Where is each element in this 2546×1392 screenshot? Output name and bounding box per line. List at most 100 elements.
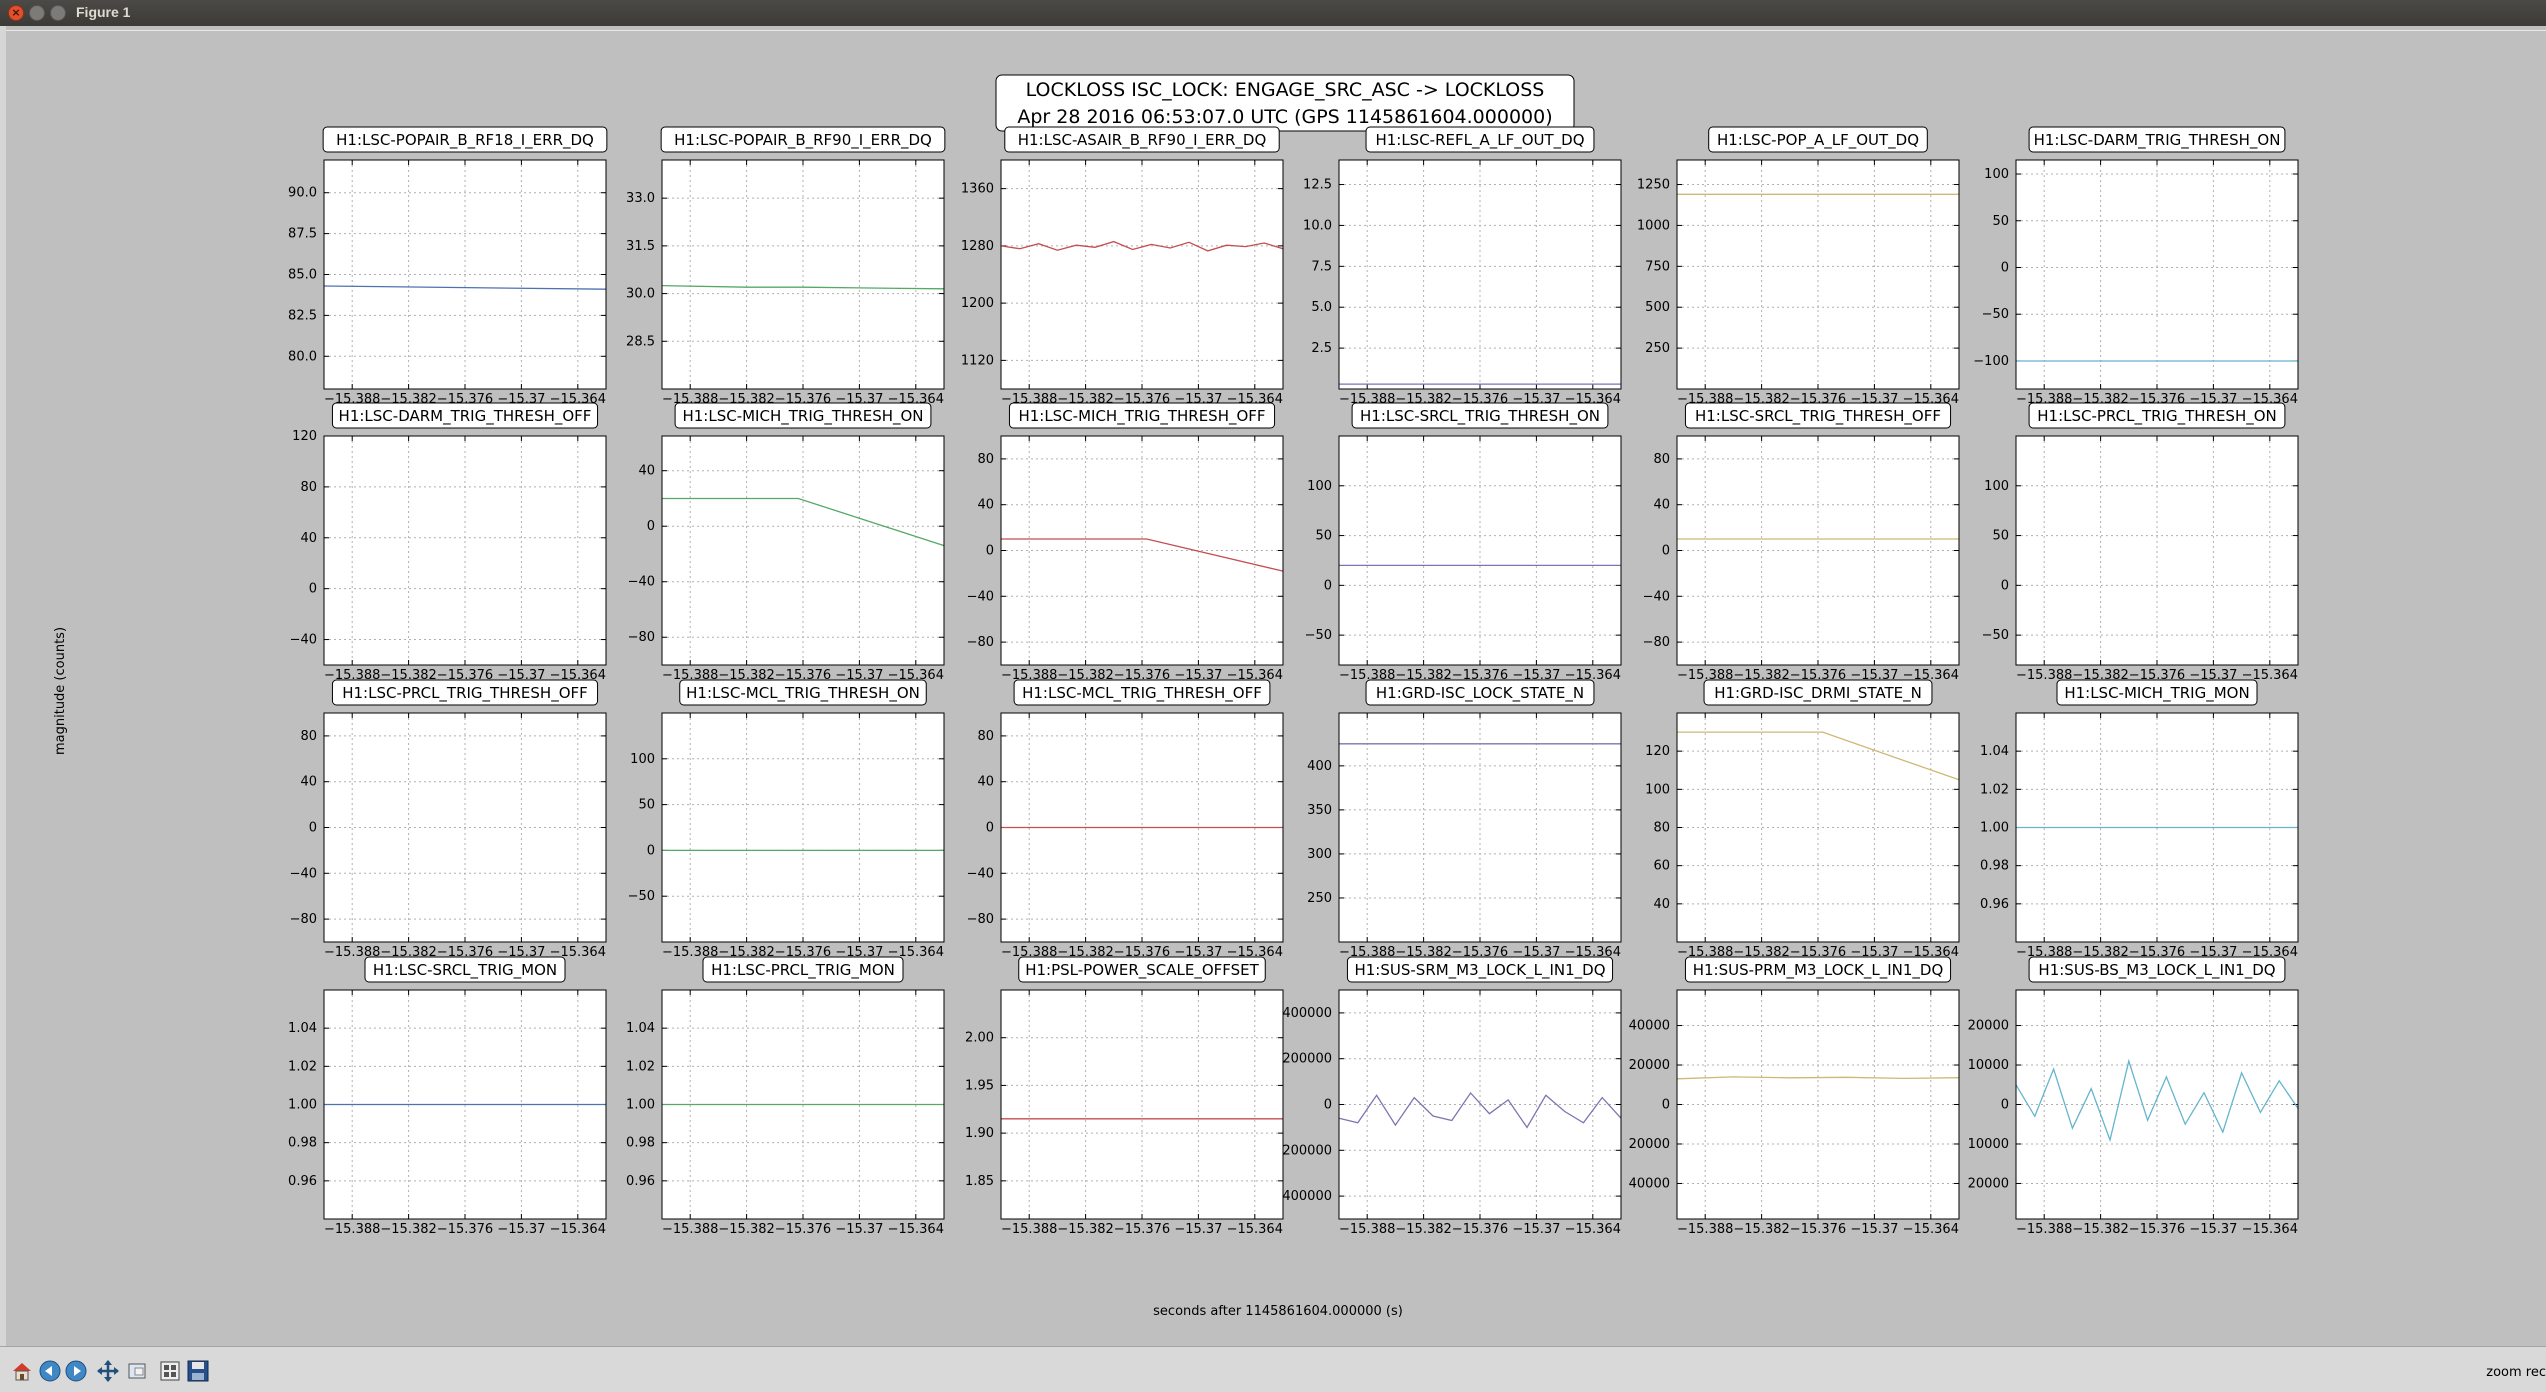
y-tick-label: 1000 <box>1637 218 1670 233</box>
y-tick-label: 1.00 <box>1980 821 2009 836</box>
plot-area <box>1339 713 1621 942</box>
subplot: −15.388 −15.382 −15.376 −15.37 −15.364−80−40… <box>967 402 1284 683</box>
x-tick-label: −15.37 <box>497 1222 545 1237</box>
y-tick-label: 1360 <box>961 182 994 197</box>
x-tick-label: −15.37 <box>1512 1222 1560 1237</box>
y-tick-label: 33.0 <box>626 191 655 206</box>
y-tick-label: 80 <box>300 729 317 744</box>
x-tick-label: −15.376 <box>437 1222 493 1237</box>
y-tick-label: −80 <box>628 630 655 645</box>
y-tick-label: 80 <box>1653 821 1670 836</box>
y-axis-label: magnitude (counts) <box>53 627 68 755</box>
y-tick-label: 1.00 <box>626 1098 655 1113</box>
y-tick-label: 20000 <box>1968 1019 2009 1034</box>
save-icon <box>187 1360 209 1382</box>
y-tick-label: 90.0 <box>288 186 317 201</box>
y-tick-label: 100 <box>1645 782 1670 797</box>
y-tick-label: 87.5 <box>288 227 317 242</box>
y-tick-label: 400 <box>1307 759 1332 774</box>
y-tick-label: 500 <box>1645 300 1670 315</box>
subplot-title: H1:LSC-SRCL_TRIG_THRESH_OFF <box>1695 407 1941 426</box>
x-tick-label: −15.382 <box>2072 1222 2128 1237</box>
save-button[interactable] <box>186 1359 210 1383</box>
forward-button[interactable] <box>64 1359 88 1383</box>
subplot-title: H1:LSC-PRCL_TRIG_THRESH_ON <box>2037 407 2277 426</box>
y-tick-label: 250 <box>1645 341 1670 356</box>
subplot-title: H1:LSC-SRCL_TRIG_THRESH_ON <box>1360 407 1600 426</box>
y-tick-label: 100 <box>1307 479 1332 494</box>
minimize-window-button[interactable] <box>29 5 45 21</box>
y-tick-label: 7.5 <box>1311 259 1332 274</box>
y-tick-label: 2.5 <box>1311 341 1332 356</box>
zoom-button[interactable] <box>126 1359 150 1383</box>
y-tick-label: 1250 <box>1637 178 1670 193</box>
plot-area <box>1001 990 1283 1219</box>
y-tick-label: 1200 <box>961 296 994 311</box>
y-tick-label: 1.04 <box>1980 744 2009 759</box>
y-tick-label: 0 <box>2001 1098 2009 1113</box>
subplot-title: H1:LSC-POP_A_LF_OUT_DQ <box>1717 131 1919 150</box>
y-tick-label: 1.02 <box>1980 782 2009 797</box>
subplot: −15.388 −15.382 −15.376 −15.37 −15.364−80−40… <box>967 679 1284 960</box>
subplot: −15.388 −15.382 −15.376 −15.37 −15.364−40040… <box>290 402 607 683</box>
subplot-title: H1:LSC-POPAIR_B_RF18_I_ERR_DQ <box>336 131 594 150</box>
subplot: −15.388 −15.382 −15.376 −15.37 −15.364112012… <box>961 126 1284 407</box>
maximize-window-button[interactable] <box>50 5 66 21</box>
y-tick-label: 200000 <box>1282 1143 1332 1158</box>
home-button[interactable] <box>10 1359 34 1383</box>
y-tick-label: 20000 <box>1629 1058 1670 1073</box>
x-tick-label: −15.364 <box>2242 1222 2298 1237</box>
y-tick-label: −80 <box>1643 635 1670 650</box>
x-tick-label: −15.364 <box>1903 1222 1959 1237</box>
subplot-title: H1:SUS-BS_M3_LOCK_L_IN1_DQ <box>2038 961 2275 980</box>
back-button[interactable] <box>38 1359 62 1383</box>
y-tick-label: 50 <box>1315 529 1332 544</box>
y-tick-label: 40 <box>1653 498 1670 513</box>
suptitle-line1: LOCKLOSS ISC_LOCK: ENGAGE_SRC_ASC -> LOC… <box>1026 79 1545 101</box>
configure-subplots-button[interactable] <box>158 1359 182 1383</box>
y-tick-label: 0.96 <box>1980 897 2009 912</box>
y-tick-label: 0 <box>1662 1098 1670 1113</box>
plot-area <box>2016 160 2298 389</box>
subplot-title: H1:LSC-PRCL_TRIG_MON <box>711 961 895 980</box>
y-tick-label: 250 <box>1307 891 1332 906</box>
x-tick-label: −15.388 <box>1677 1222 1733 1237</box>
y-tick-label: 40 <box>977 498 994 513</box>
subplot: −15.388 −15.382 −15.376 −15.37 −15.364 400000… <box>1282 956 1622 1237</box>
subplot-title: H1:LSC-ASAIR_B_RF90_I_ERR_DQ <box>1018 131 1267 150</box>
back-icon <box>39 1360 61 1382</box>
y-tick-label: 100 <box>630 752 655 767</box>
pan-button[interactable] <box>96 1359 120 1383</box>
y-tick-label: 200000 <box>1282 1052 1332 1067</box>
subplot-title: H1:LSC-POPAIR_B_RF90_I_ERR_DQ <box>674 131 932 150</box>
subplot: −15.388 −15.382 −15.376 −15.37 −15.364−100−5… <box>1973 126 2299 407</box>
subplot-title: H1:GRD-ISC_DRMI_STATE_N <box>1714 684 1922 703</box>
y-tick-label: 0 <box>2001 260 2009 275</box>
subplot: −15.388 −15.382 −15.376 −15.37 −15.36480.082… <box>288 126 608 407</box>
y-tick-label: 0.98 <box>1980 859 2009 874</box>
y-tick-label: 28.5 <box>626 334 655 349</box>
y-tick-label: 1.95 <box>965 1078 994 1093</box>
y-tick-label: 80 <box>977 452 994 467</box>
y-tick-label: 30.0 <box>626 287 655 302</box>
x-tick-label: −15.388 <box>1339 1222 1395 1237</box>
y-tick-label: 0 <box>986 821 994 836</box>
subplot: −15.388 −15.382 −15.376 −15.37 −15.364250300… <box>1307 679 1622 960</box>
y-tick-label: −40 <box>290 866 317 881</box>
y-tick-label: 10000 <box>1968 1137 2009 1152</box>
figure-canvas[interactable]: LOCKLOSS ISC_LOCK: ENGAGE_SRC_ASC -> LOC… <box>6 30 2546 1347</box>
plot-area <box>662 160 944 389</box>
x-tick-label: −15.37 <box>1850 1222 1898 1237</box>
subplot: −15.388 −15.382 −15.376 −15.37 −15.364−80−40… <box>1643 402 1960 683</box>
y-tick-label: 1.90 <box>965 1126 994 1141</box>
home-icon <box>13 1363 31 1381</box>
plot-area <box>662 713 944 942</box>
y-tick-label: 40 <box>300 775 317 790</box>
y-tick-label: 50 <box>638 798 655 813</box>
y-tick-label: 100 <box>1984 167 2009 182</box>
close-window-button[interactable]: × <box>8 5 24 21</box>
plot-area <box>1339 160 1621 389</box>
x-tick-label: −15.364 <box>550 1222 606 1237</box>
x-tick-label: −15.376 <box>1114 1222 1170 1237</box>
y-tick-label: 1.85 <box>965 1174 994 1189</box>
